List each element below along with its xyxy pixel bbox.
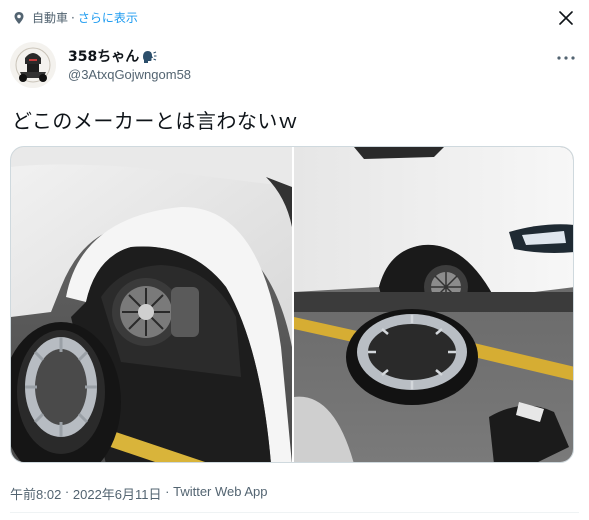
avatar-image (10, 42, 56, 88)
close-icon (559, 11, 573, 25)
topic-label: 自動車 (32, 11, 69, 25)
tweet-meta: 午前8:02 · 2022年6月11日 · Twitter Web App (10, 484, 268, 503)
show-more-link[interactable]: さらに表示 (78, 9, 138, 26)
divider (10, 512, 579, 513)
meta-separator: · (161, 484, 174, 499)
tweet-time[interactable]: 午前8:02 (10, 484, 61, 503)
meta-separator: · (61, 484, 73, 499)
tweet-date[interactable]: 2022年6月11日 (73, 484, 162, 503)
location-pin-icon (14, 11, 24, 24)
more-icon (557, 56, 575, 60)
author-handle[interactable]: @3AtxqGojwngom58 (68, 67, 191, 82)
media-grid (10, 146, 574, 463)
author-name[interactable]: 358ちゃん (68, 46, 157, 66)
topbar: 自動車 · さらに表示 (0, 0, 589, 34)
photo-2[interactable] (294, 147, 574, 463)
topic-context: 自動車 · さらに表示 (12, 9, 138, 26)
topic-separator: · (71, 10, 75, 25)
photo-1[interactable] (11, 147, 292, 463)
tweet-text: どこのメーカーとは言わないｗ (12, 109, 299, 133)
tweet-source[interactable]: Twitter Web App (173, 484, 267, 503)
avatar[interactable] (10, 42, 56, 88)
author-header: 358ちゃん @3AtxqGojwngom58 (10, 42, 580, 90)
more-options-button[interactable] (554, 50, 578, 64)
close-button[interactable] (552, 6, 580, 30)
speaking-head-icon (143, 51, 157, 63)
display-name: 358ちゃん (68, 49, 140, 65)
